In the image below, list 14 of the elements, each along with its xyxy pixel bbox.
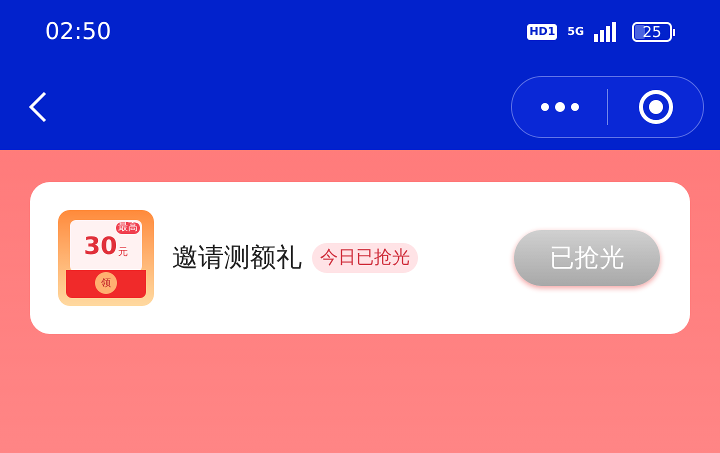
unit-text: 元: [118, 248, 128, 258]
signal-icon: [594, 22, 616, 42]
offer-title: 邀请测额礼: [172, 242, 302, 274]
more-icon[interactable]: [540, 102, 580, 112]
status-time: 02:50: [45, 18, 112, 47]
close-icon[interactable]: [638, 89, 674, 125]
back-icon[interactable]: [28, 91, 48, 123]
battery-icon: 25: [632, 22, 675, 42]
hd-badge: HD1: [527, 24, 558, 40]
seal-text: 领: [95, 272, 117, 294]
tag-label: 最高: [116, 222, 140, 234]
network-label: 5G: [567, 24, 584, 40]
sold-out-badge: 今日已抢光: [312, 243, 418, 273]
amount-text: 30: [84, 234, 118, 258]
